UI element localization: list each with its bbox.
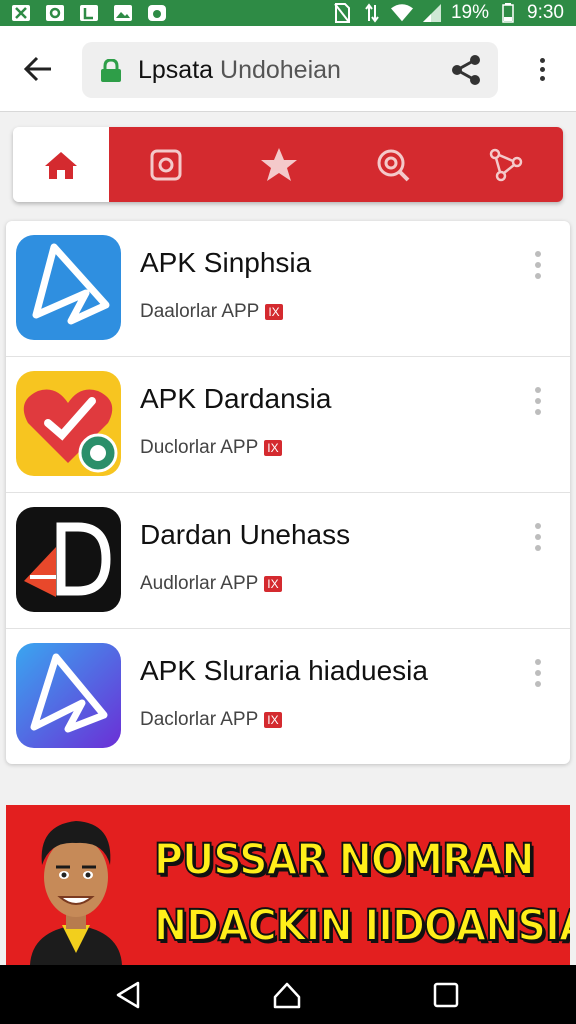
promo-banner[interactable]: PUSSAR NOMRAN NDACKIN IIDOANSIA [6, 805, 570, 965]
nav-home-button[interactable] [272, 980, 302, 1010]
ix-badge: IX [264, 712, 282, 728]
triangle-back-icon [116, 981, 140, 1009]
tab-favorites[interactable] [223, 127, 337, 202]
back-button[interactable] [20, 51, 56, 87]
list-item[interactable]: APK Sinphsia Daalorlar APP IX [6, 221, 570, 357]
app-subtitle-text: Daalorlar APP [140, 301, 260, 322]
notification-icons [0, 3, 168, 23]
tab-home[interactable] [13, 127, 109, 202]
clock: 9:30 [527, 2, 564, 23]
notification-icon [78, 3, 100, 23]
app-subtitle-text: Daclorlar APP [140, 709, 259, 730]
tab-share[interactable] [450, 127, 564, 202]
list-item[interactable]: Dardan Unehass Audlorlar APP IX [6, 493, 570, 629]
image-icon [112, 3, 134, 23]
app-icon-sluraria [16, 643, 121, 748]
banner-headline-1: PUSSAR NOMRAN [153, 834, 535, 886]
url-text: Lpsata Undoheian [138, 56, 341, 85]
app-more-button[interactable] [531, 251, 545, 279]
app-name: APK Dardansia [140, 383, 332, 414]
app-subtitle-text: Audlorlar APP [140, 573, 259, 594]
app-icon-sinphsia [16, 235, 121, 340]
banner-headline-2: NDACKIN IIDOANSIA [153, 900, 570, 952]
data-arrows-icon [361, 3, 383, 23]
app-subtitle: Daalorlar APP IX [140, 301, 283, 323]
url-path: Undoheian [220, 56, 341, 84]
overflow-menu-button[interactable] [528, 54, 556, 84]
nav-recents-button[interactable] [431, 980, 461, 1010]
square-recents-icon [433, 982, 459, 1008]
notification-icon [44, 3, 66, 23]
home-icon [45, 151, 77, 179]
tab-search[interactable] [336, 127, 450, 202]
address-bar[interactable]: Lpsata Undoheian [82, 42, 498, 98]
ix-badge: IX [265, 304, 283, 320]
app-name: APK Sluraria hiaduesia [140, 655, 428, 686]
app-name: APK Sinphsia [140, 247, 312, 278]
list-item[interactable]: APK Dardansia Duclorlar APP IX [6, 357, 570, 493]
ix-badge: IX [264, 576, 282, 592]
app-more-button[interactable] [531, 387, 545, 415]
search-icon [377, 149, 410, 181]
list-item[interactable]: APK Sluraria hiaduesia Daclorlar APP IX [6, 629, 570, 765]
status-bar: 19% 9:30 [0, 0, 576, 26]
cartoon-man-avatar [30, 821, 122, 965]
lock-icon [101, 59, 121, 82]
battery-percent: 19% [450, 2, 490, 23]
tab-bar [13, 127, 563, 202]
url-host: Lpsata [138, 56, 214, 84]
app-list: APK Sinphsia Daalorlar APP IX APK Dardan… [6, 221, 570, 764]
wifi-icon [390, 3, 413, 23]
app-icon-dardan-unehass [16, 507, 121, 612]
app-subtitle: Audlorlar APP IX [140, 573, 282, 595]
app-subtitle-text: Duclorlar APP [140, 437, 259, 458]
battery-icon [497, 3, 519, 23]
app-more-button[interactable] [531, 659, 545, 687]
ix-badge: IX [264, 440, 282, 456]
app-more-button[interactable] [531, 523, 545, 551]
signal-icon [421, 3, 443, 23]
nav-back-button[interactable] [113, 980, 143, 1010]
notification-icon [10, 3, 32, 23]
app-name: Dardan Unehass [140, 519, 351, 550]
share-nodes-icon [490, 148, 523, 181]
tab-instagram[interactable] [109, 127, 223, 202]
no-sim-icon [331, 3, 353, 23]
app-icon-dardansia [16, 371, 121, 476]
star-icon [261, 147, 298, 181]
instagram-icon [150, 149, 182, 180]
back-arrow-icon [24, 56, 51, 82]
notification-icon [146, 3, 168, 23]
system-navigation-bar [0, 965, 576, 1024]
app-subtitle: Daclorlar APP IX [140, 709, 282, 731]
browser-toolbar: Lpsata Undoheian [0, 26, 576, 112]
app-subtitle: Duclorlar APP IX [140, 437, 282, 459]
share-icon[interactable] [450, 54, 482, 86]
home-outline-icon [273, 982, 301, 1009]
